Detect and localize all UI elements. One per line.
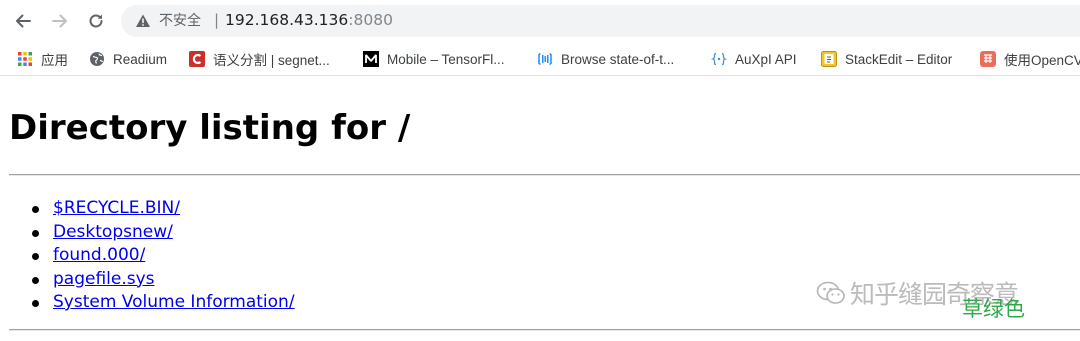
reload-icon [89, 14, 103, 28]
directory-listing: $RECYCLE.BIN/ Desktopsnew/ found.000/ pa… [32, 197, 295, 315]
not-secure-warning-icon[interactable] [135, 13, 151, 29]
bookmark-csdn[interactable]: 语义分割 | segnet... [189, 50, 330, 68]
list-item: Desktopsnew/ [32, 221, 295, 245]
bookmark-opencv[interactable]: 使用OpenCV [980, 50, 1080, 68]
reload-button[interactable] [83, 9, 109, 33]
bookmark-readium[interactable]: Readium [89, 50, 167, 68]
bookmark-label: Mobile – TensorFl... [387, 51, 505, 67]
csdn-icon [189, 51, 205, 67]
bookmark-apps[interactable]: 应用 [17, 50, 68, 68]
medium-icon [363, 51, 379, 67]
directory-link-recycle-bin[interactable]: $RECYCLE.BIN/ [53, 198, 180, 218]
bookmarks-bar: 应用 Readium 语义分割 | segnet... Mobile – Ten… [0, 42, 1080, 76]
api-braces-icon [711, 51, 727, 67]
back-arrow-icon [16, 14, 31, 28]
bookmark-label: Readium [113, 51, 168, 67]
bookmark-label: StackEdit – Editor [845, 51, 953, 67]
bookmark-label: 语义分割 | segnet... [213, 53, 330, 68]
back-button[interactable] [10, 9, 36, 33]
browser-toolbar: 不安全 | 192.168.43.136:8080 [0, 0, 1080, 42]
bookmark-label: Browse state-of-t... [561, 51, 675, 67]
url-host: 192.168.43.136 [225, 11, 349, 29]
address-bar[interactable]: 不安全 | 192.168.43.136:8080 [121, 5, 1080, 37]
stackedit-icon [821, 51, 837, 67]
bookmark-stackedit[interactable]: StackEdit – Editor [821, 50, 952, 68]
paperswithcode-icon [537, 51, 553, 67]
bookmark-tensorflow[interactable]: Mobile – TensorFl... [363, 50, 505, 68]
file-link-pagefile-sys[interactable]: pagefile.sys [53, 269, 155, 289]
bookmark-label: 使用OpenCV [1004, 53, 1080, 68]
watermark-brand: 草绿色 [962, 297, 1025, 321]
security-label[interactable]: 不安全 [159, 12, 201, 30]
forward-arrow-icon [52, 14, 67, 28]
url-port: :8080 [348, 11, 393, 29]
bookmark-sota[interactable]: Browse state-of-t... [537, 50, 674, 68]
divider-top [9, 174, 1080, 176]
list-item: $RECYCLE.BIN/ [32, 197, 295, 221]
directory-link-desktopsnew[interactable]: Desktopsnew/ [53, 222, 173, 242]
bookmark-label: 应用 [41, 53, 68, 68]
url-text[interactable]: 192.168.43.136:8080 [225, 11, 393, 30]
apps-grid-icon [17, 51, 33, 67]
page-title: Directory listing for / [9, 108, 411, 148]
forward-button[interactable] [47, 9, 73, 33]
directory-link-found-000[interactable]: found.000/ [53, 245, 145, 265]
list-item: System Volume Information/ [32, 291, 295, 315]
wechat-icon [816, 281, 845, 304]
list-item: pagefile.sys [32, 268, 295, 292]
address-separator: | [214, 11, 220, 29]
globe-icon [89, 51, 105, 67]
directory-link-system-volume-information[interactable]: System Volume Information/ [53, 292, 295, 312]
divider-bottom [9, 329, 1080, 331]
bookmark-label: AuXpI API [735, 51, 797, 67]
list-item: found.000/ [32, 244, 295, 268]
bookmark-auxpi[interactable]: AuXpI API [711, 50, 797, 68]
jianshu-icon [980, 51, 996, 67]
